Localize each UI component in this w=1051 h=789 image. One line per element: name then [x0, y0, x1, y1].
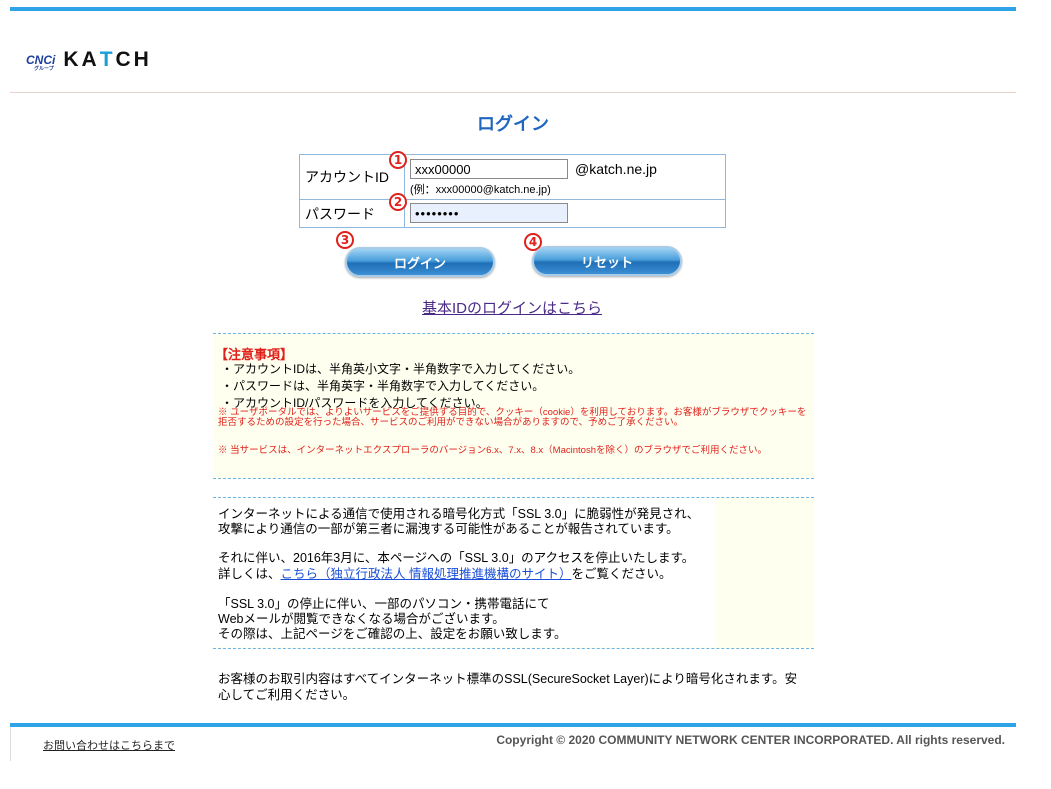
- basic-id-login-link[interactable]: 基本IDのログインはこちら: [422, 297, 602, 318]
- ssl-vulnerability-notice: インターネットによる通信で使用される暗号化方式「SSL 3.0」に脆弱性が発見さ…: [213, 497, 814, 649]
- notice-cookie-warning: ※ ユーザポータルでは、よりよいサービスをご提供する目的で、クッキー（cooki…: [218, 407, 807, 428]
- notice-box: 【注意事項】 ・アカウントIDは、半角英小文字・半角数字で入力してください。 ・…: [213, 333, 814, 479]
- ssl-notice-p3a: 「SSL 3.0」の停止に伴い、一部のパソコン・携帯電話にて: [218, 597, 550, 611]
- annotation-marker-1: 1: [389, 151, 407, 169]
- site-logo: CNCi グループ KA T CH: [26, 48, 152, 72]
- katch-logo-left: KA: [63, 48, 100, 71]
- header-divider: [10, 92, 1016, 93]
- katch-logo-mid: T: [99, 48, 116, 71]
- account-id-example: (例：xxx00000@katch.ne.jp): [410, 184, 551, 196]
- footer-left-edge: [10, 727, 11, 761]
- cnci-group-logo: CNCi グループ: [26, 53, 55, 72]
- footer-accent-bar: [10, 723, 1016, 727]
- ipa-site-link[interactable]: こちら（独立行政法人 情報処理推進機構のサイト）: [281, 567, 572, 581]
- notice-line-account: ・アカウントIDは、半角英小文字・半角数字で入力してください。: [221, 362, 581, 376]
- page-title: ログイン: [477, 114, 549, 135]
- contact-link[interactable]: お問い合わせはこちらまで: [43, 737, 175, 753]
- cnci-logo-sub: グループ: [34, 66, 54, 72]
- domain-suffix: @katch.ne.jp: [575, 161, 657, 177]
- ssl-notice-p1b: 攻撃により通信の一部が第三者に漏洩する可能性があることが報告されています。: [218, 522, 679, 536]
- ssl-notice-p2b-pre: 詳しくは、: [218, 567, 281, 581]
- ssl-notice-p2b: 詳しくは、こちら（独立行政法人 情報処理推進機構のサイト）をご覧ください。: [218, 567, 672, 582]
- account-row: アカウントID @katch.ne.jp (例：xxx00000@katch.n…: [300, 155, 725, 200]
- login-form: アカウントID @katch.ne.jp (例：xxx00000@katch.n…: [299, 154, 726, 228]
- ssl-notice-p2b-post: をご覧ください。: [571, 567, 672, 581]
- katch-logo-right: CH: [115, 48, 152, 71]
- ssl-notice-p2a: それに伴い、2016年3月に、本ページへの「SSL 3.0」のアクセスを停止いた…: [218, 551, 695, 565]
- login-button[interactable]: ログイン: [345, 247, 495, 277]
- ssl-notice-p3b: Webメールが閲覧できなくなる場合がございます。: [218, 612, 505, 626]
- annotation-marker-3: 3: [336, 231, 354, 249]
- account-id-input[interactable]: [410, 159, 568, 179]
- copyright-text: Copyright © 2020 COMMUNITY NETWORK CENTE…: [496, 733, 1005, 747]
- katch-logo: KA T CH: [63, 48, 152, 72]
- password-input[interactable]: [410, 203, 568, 223]
- ssl-notice-p3c: その際は、上記ページをご確認の上、設定をお願い致します。: [218, 627, 567, 641]
- ssl-notice-p1a: インターネットによる通信で使用される暗号化方式「SSL 3.0」に脆弱性が発見さ…: [218, 507, 700, 521]
- top-accent-bar: [10, 7, 1016, 11]
- reset-button[interactable]: リセット: [532, 246, 682, 276]
- password-row: パスワード: [300, 200, 725, 227]
- ssl-encryption-note: お客様のお取引内容はすべてインターネット標準のSSL(SecureSocket …: [218, 672, 798, 702]
- annotation-marker-2: 2: [389, 193, 407, 211]
- notice-line-password: ・パスワードは、半角英字・半角数字で入力してください。: [221, 379, 545, 393]
- notice-browser-warning: ※ 当サービスは、インターネットエクスプローラのバージョン6.x、7.x、8.x…: [218, 445, 767, 456]
